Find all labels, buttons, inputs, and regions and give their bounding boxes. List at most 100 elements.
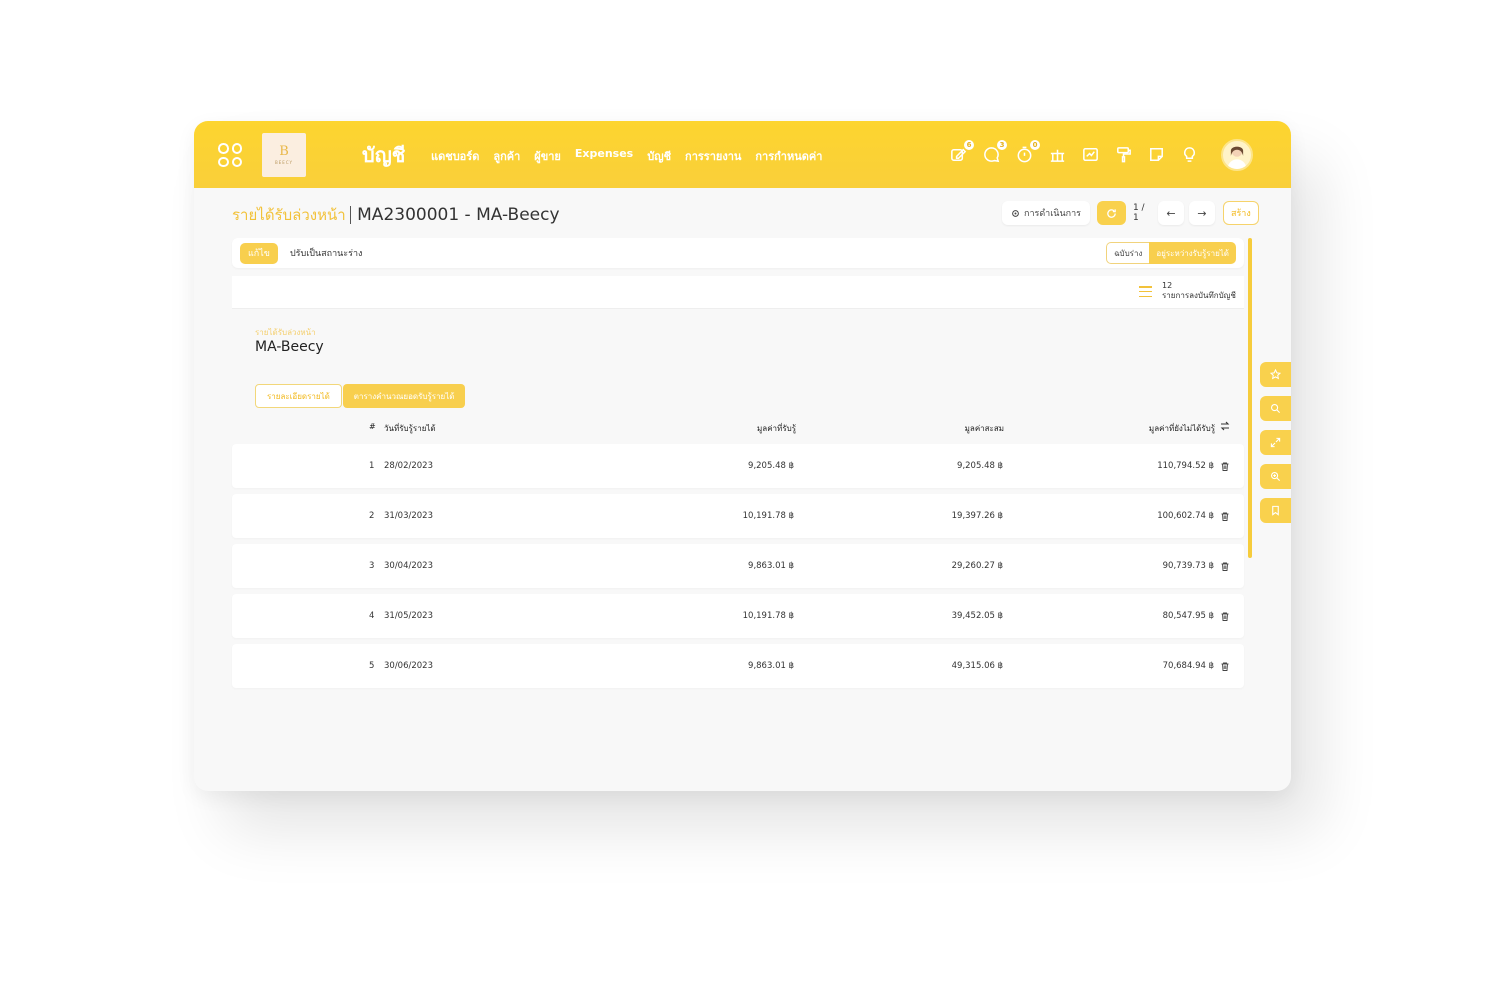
edit-button[interactable]: แก้ไข (240, 242, 278, 264)
breadcrumb-parent[interactable]: รายได้รับล่วงหน้า (232, 203, 346, 227)
chart-icon[interactable] (1081, 145, 1100, 164)
bookmark-icon[interactable] (1260, 498, 1291, 523)
paint-roller-icon[interactable] (1114, 145, 1133, 164)
table-row[interactable]: 3 30/04/2023 9,863.01 ฿ 29,260.27 ฿ 90,7… (232, 544, 1244, 588)
gear-icon (1012, 209, 1019, 217)
journal-entry-count[interactable]: 12 (1162, 281, 1172, 291)
row-recognized: 9,863.01 ฿ (748, 661, 794, 671)
row-accumulated: 19,397.26 ฿ (951, 511, 1003, 521)
app-window: B BEECY บัญชี แดชบอร์ด ลูกค้า ผู้ขาย Exp… (194, 121, 1291, 791)
table-row[interactable]: 5 30/06/2023 9,863.01 ฿ 49,315.06 ฿ 70,6… (232, 644, 1244, 688)
row-accumulated: 39,452.05 ฿ (951, 611, 1003, 621)
menu-reporting[interactable]: การรายงาน (685, 147, 741, 165)
status-step-draft[interactable]: ฉบับร่าง (1106, 242, 1150, 264)
field-label: รายได้รับล่วงหน้า (255, 328, 316, 337)
row-accumulated: 29,260.27 ฿ (951, 561, 1003, 571)
chat-icon[interactable]: 3 (982, 140, 1007, 164)
row-date: 30/06/2023 (384, 661, 433, 671)
form-statusbar: แก้ไข ปรับเป็นสถานะร่าง ฉบับร่าง อยู่ระห… (232, 238, 1244, 268)
column-header-number[interactable]: # (369, 422, 376, 431)
column-header-accumulated[interactable]: มูลค่าสะสม (965, 422, 1004, 435)
app-title[interactable]: บัญชี (362, 139, 405, 171)
menu-expenses[interactable]: Expenses (575, 147, 633, 165)
pager-next-button[interactable]: → (1188, 201, 1215, 225)
table-row[interactable]: 2 31/03/2023 10,191.78 ฿ 19,397.26 ฿ 100… (232, 494, 1244, 538)
row-number: 3 (369, 561, 375, 571)
action-menu-button[interactable]: การดำเนินการ (1002, 201, 1090, 225)
table-header: # วันที่รับรู้รายได้ มูลค่าที่รับรู้ มูล… (232, 417, 1244, 437)
page-title: MA2300001 - MA-Beecy (357, 205, 560, 225)
column-header-remaining[interactable]: มูลค่าที่ยังไม่ได้รับรู้ (1149, 422, 1215, 435)
menu-dashboard[interactable]: แดชบอร์ด (431, 147, 479, 165)
set-draft-button[interactable]: ปรับเป็นสถานะร่าง (290, 246, 362, 260)
zoom-in-icon[interactable] (1260, 464, 1291, 489)
row-remaining: 80,547.95 ฿ (1162, 611, 1214, 621)
status-steps: ฉบับร่าง อยู่ระหว่างรับรู้รายได้ (1106, 242, 1236, 264)
edit-note-badge: 6 (964, 140, 974, 150)
app-grid-icon[interactable] (218, 143, 242, 167)
column-header-date[interactable]: วันที่รับรู้รายได้ (384, 422, 436, 435)
pager-value[interactable]: 1 / 1 (1133, 203, 1153, 223)
trash-icon[interactable] (1221, 562, 1229, 571)
row-recognized: 10,191.78 ฿ (742, 611, 794, 621)
row-remaining: 90,739.73 ฿ (1162, 561, 1214, 571)
menu-configuration[interactable]: การกำหนดค่า (755, 147, 822, 165)
row-date: 30/04/2023 (384, 561, 433, 571)
menu-customers[interactable]: ลูกค้า (493, 147, 520, 165)
top-navbar: B BEECY บัญชี แดชบอร์ด ลูกค้า ผู้ขาย Exp… (194, 121, 1291, 188)
side-toolbar (1260, 362, 1291, 523)
star-icon[interactable] (1260, 362, 1291, 387)
form-sheet: 12 รายการลงบันทึกบัญชี รายได้รับล่วงหน้า… (232, 276, 1244, 689)
row-date: 28/02/2023 (384, 461, 433, 471)
action-menu-label: การดำเนินการ (1024, 209, 1081, 219)
notebook-tabs: รายละเอียดรายได้ ตารางคำนวณยอดรับรู้รายไ… (255, 384, 466, 408)
table-row[interactable]: 1 28/02/2023 9,205.48 ฿ 9,205.48 ฿ 110,7… (232, 444, 1244, 488)
journal-entry-smart-button[interactable]: รายการลงบันทึกบัญชี (1162, 291, 1238, 301)
trash-icon[interactable] (1221, 612, 1229, 621)
row-remaining: 110,794.52 ฿ (1157, 461, 1214, 471)
main-menu: แดชบอร์ด ลูกค้า ผู้ขาย Expenses บัญชี กา… (431, 147, 836, 165)
menu-vendors[interactable]: ผู้ขาย (534, 147, 561, 165)
field-value: MA-Beecy (255, 339, 324, 355)
edit-note-icon[interactable]: 6 (949, 140, 974, 164)
menu-accounting[interactable]: บัญชี (647, 147, 671, 165)
row-number: 4 (369, 611, 375, 621)
logo-text: BEECY (275, 159, 293, 165)
column-options-icon[interactable] (1220, 421, 1230, 431)
row-date: 31/03/2023 (384, 511, 433, 521)
search-icon[interactable] (1260, 396, 1291, 421)
company-logo[interactable]: B BEECY (262, 133, 306, 177)
timer-badge: 0 (1030, 140, 1040, 150)
tab-recognition-schedule[interactable]: ตารางคำนวณยอดรับรู้รายได้ (342, 384, 466, 408)
trash-icon[interactable] (1221, 662, 1229, 671)
breadcrumb: รายได้รับล่วงหน้า MA2300001 - MA-Beecy (232, 203, 560, 227)
list-icon[interactable] (1139, 286, 1152, 297)
timer-icon[interactable]: 0 (1015, 140, 1040, 164)
row-accumulated: 9,205.48 ฿ (957, 461, 1003, 471)
systray: 6 3 0 (949, 140, 1199, 164)
table-row[interactable]: 4 31/05/2023 10,191.78 ฿ 39,452.05 ฿ 80,… (232, 594, 1244, 638)
refresh-button[interactable] (1096, 201, 1126, 225)
logo-letter: B (279, 143, 289, 159)
row-date: 31/05/2023 (384, 611, 433, 621)
sticky-note-icon[interactable] (1147, 145, 1166, 164)
control-panel: การดำเนินการ 1 / 1 ← → สร้าง (1002, 201, 1259, 225)
row-remaining: 100,602.74 ฿ (1157, 511, 1214, 521)
scrollbar[interactable] (1248, 238, 1252, 558)
expand-icon[interactable] (1260, 430, 1291, 455)
user-avatar[interactable] (1221, 139, 1253, 171)
status-step-running[interactable]: อยู่ระหว่างรับรู้รายได้ (1149, 242, 1236, 264)
refresh-icon (1107, 208, 1116, 218)
pager-previous-button[interactable]: ← (1157, 201, 1184, 225)
sheet-header: 12 รายการลงบันทึกบัญชี (232, 276, 1244, 309)
row-recognized: 9,863.01 ฿ (748, 561, 794, 571)
create-button[interactable]: สร้าง (1222, 201, 1259, 225)
column-header-recognized[interactable]: มูลค่าที่รับรู้ (757, 422, 796, 435)
chat-badge: 3 (997, 140, 1007, 150)
lightbulb-icon[interactable] (1180, 145, 1199, 164)
trash-icon[interactable] (1221, 512, 1229, 521)
trash-icon[interactable] (1221, 462, 1229, 471)
tab-revenue-details[interactable]: รายละเอียดรายได้ (255, 384, 342, 408)
row-number: 1 (369, 461, 375, 471)
bank-icon[interactable] (1048, 145, 1067, 164)
